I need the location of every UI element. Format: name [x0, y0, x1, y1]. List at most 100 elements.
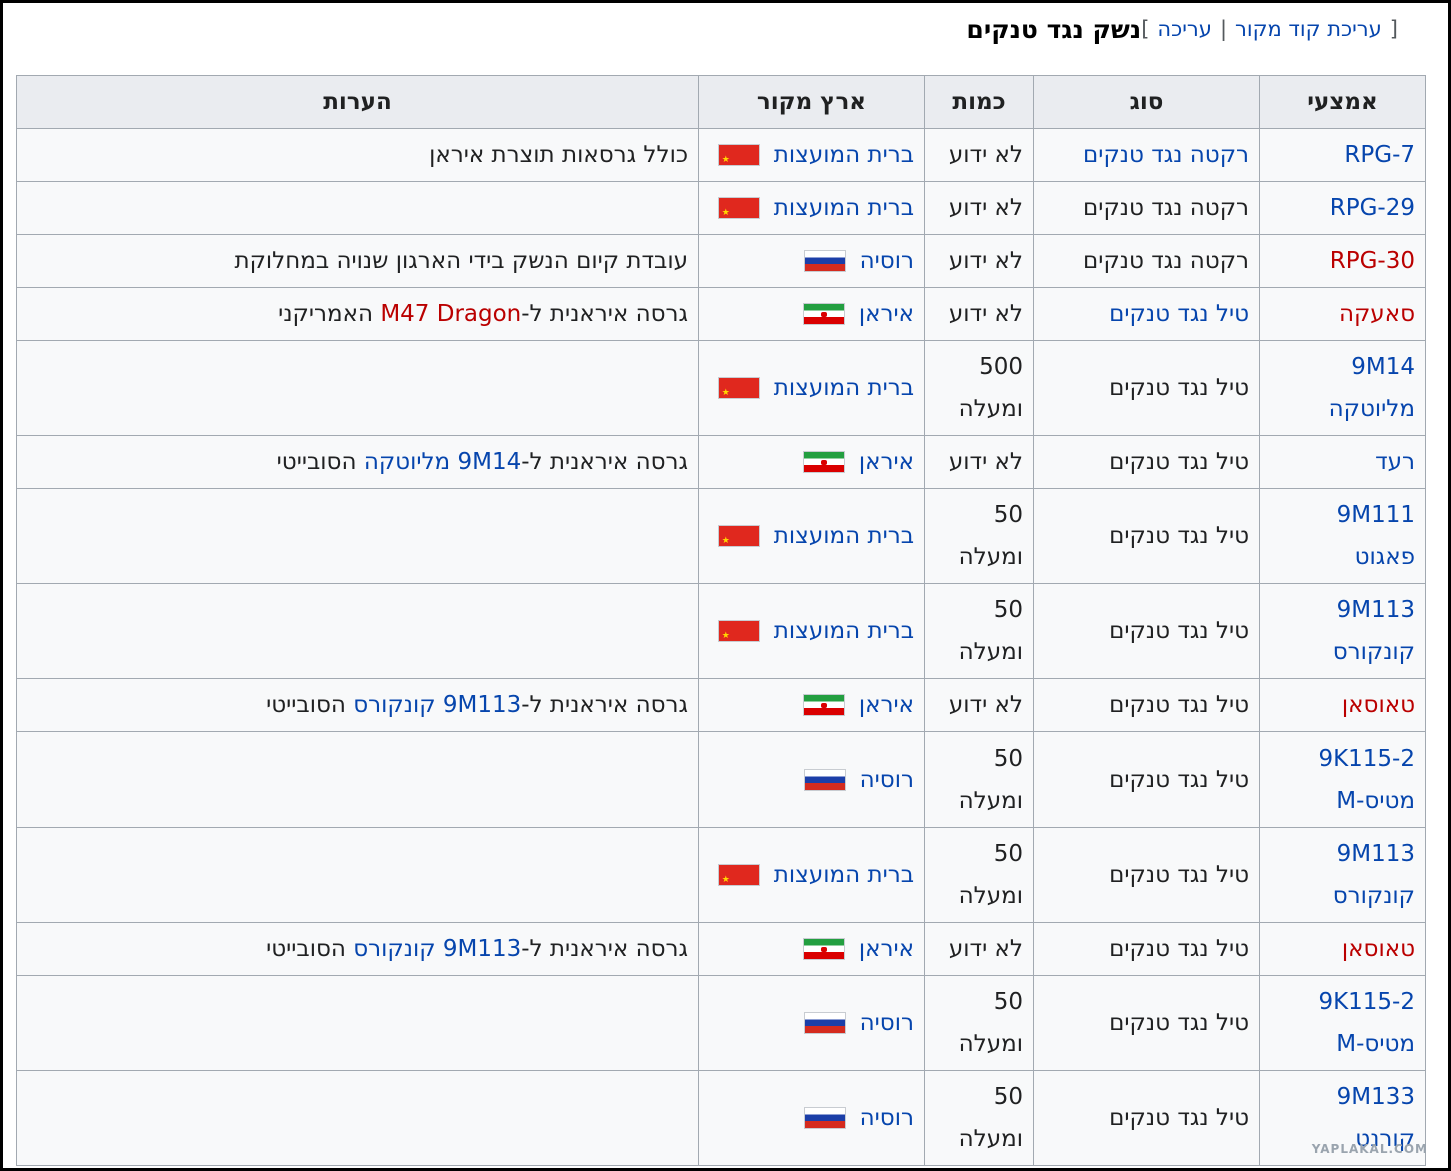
country-link[interactable]: רוסיה	[860, 240, 914, 282]
country-link[interactable]: איראן	[859, 684, 914, 726]
ussr-flag-icon[interactable]	[717, 520, 760, 562]
iran-flag-icon[interactable]	[802, 694, 845, 716]
cell-means: טאוסאן	[1259, 678, 1426, 732]
ussr-flag-icon[interactable]	[717, 859, 760, 901]
ussr-flag-icon[interactable]	[717, 372, 760, 414]
notes-link[interactable]: 9M113 קונקורס	[353, 936, 521, 962]
ussr-flag-icon[interactable]	[717, 139, 760, 181]
quantity-text: 500 ומעלה	[958, 354, 1023, 422]
table-row: 9M111 פאגוט טיל נגד טנקים 50 ומעלה ברית המו…	[16, 488, 1426, 584]
cell-quantity: לא ידוע	[924, 181, 1034, 235]
notes-link[interactable]: 9M14 מליוטקה	[364, 449, 521, 475]
table-row: 9M113 קונקורס טיל נגד טנקים 50 ומעלה ברית ה…	[16, 827, 1426, 923]
cell-type: טיל נגד טנקים	[1033, 340, 1260, 436]
country-link[interactable]: רוסיה	[860, 759, 914, 801]
edit-bracket-close: ]	[1141, 17, 1150, 41]
iran-flag-icon[interactable]	[802, 451, 845, 473]
table-row: 9M14 מליוטקה טיל נגד טנקים 500 ומעלה ברית ה…	[16, 340, 1426, 436]
country-link[interactable]: ברית המועצות	[774, 367, 914, 409]
cell-origin: ברית המועצות	[698, 488, 925, 584]
notes-link[interactable]: M47 Dragon	[380, 301, 521, 327]
means-link[interactable]: טאוסאן	[1342, 692, 1415, 718]
means-link[interactable]: סאעקה	[1339, 301, 1415, 327]
country-link[interactable]: ברית המועצות	[774, 134, 914, 176]
cell-origin: רוסיה	[698, 731, 925, 828]
cell-origin: רוסיה	[698, 1070, 925, 1166]
cell-type: טיל נגד טנקים	[1033, 583, 1260, 679]
quantity-text: לא ידוע	[948, 248, 1023, 274]
ussr-flag-icon[interactable]	[717, 192, 760, 234]
means-link[interactable]: 9M14 מליוטקה	[1329, 354, 1415, 422]
russia-flag-icon[interactable]	[803, 1012, 846, 1034]
means-link[interactable]: 9M113 קונקורס	[1333, 841, 1415, 909]
country-wrap: איראן	[709, 293, 914, 335]
country-link[interactable]: ברית המועצות	[774, 610, 914, 652]
notes-text: הסובייטי	[266, 692, 354, 718]
table-row: סאעקה טיל נגד טנקים לא ידוע איראן גרסה איראנ…	[16, 287, 1426, 341]
cell-notes	[16, 340, 699, 436]
russia-flag-icon[interactable]	[803, 250, 846, 272]
cell-quantity: לא ידוע	[924, 922, 1034, 976]
country-wrap: ברית המועצות	[709, 367, 914, 414]
country-link[interactable]: ברית המועצות	[774, 515, 914, 557]
quantity-text: לא ידוע	[948, 301, 1023, 327]
type-text: טיל נגד טנקים	[1109, 936, 1249, 962]
country-link[interactable]: ברית המועצות	[774, 854, 914, 896]
country-link[interactable]: רוסיה	[860, 1002, 914, 1044]
header-quantity[interactable]: כמות	[924, 75, 1034, 129]
quantity-text: לא ידוע	[948, 692, 1023, 718]
country-link[interactable]: איראן	[859, 293, 914, 335]
table-row: 9M133 קורנט טיל נגד טנקים 50 ומעלה רוסיה	[16, 1070, 1426, 1166]
type-link[interactable]: רקטה נגד טנקים	[1083, 142, 1249, 168]
country-link[interactable]: ברית המועצות	[774, 187, 914, 229]
cell-notes: גרסה איראנית ל-9M14 מליוטקה הסובייטי	[16, 435, 699, 489]
ussr-flag-icon[interactable]	[717, 615, 760, 657]
means-link[interactable]: טאוסאן	[1342, 936, 1415, 962]
iran-flag-icon[interactable]	[802, 938, 845, 960]
cell-notes	[16, 488, 699, 584]
means-link[interactable]: רעד	[1375, 449, 1415, 475]
cell-notes: גרסה איראנית ל-9M113 קונקורס הסובייטי	[16, 922, 699, 976]
means-link[interactable]: RPG-7	[1344, 142, 1415, 168]
table-header-row: אמצעי סוג כמות ארץ מקור הערות	[16, 75, 1426, 129]
quantity-text: לא ידוע	[948, 449, 1023, 475]
notes-link[interactable]: 9M113 קונקורס	[353, 692, 521, 718]
quantity-text: 50 ומעלה	[958, 745, 1023, 814]
header-type[interactable]: סוג	[1033, 75, 1260, 129]
russia-flag-icon[interactable]	[803, 768, 846, 791]
country-link[interactable]: איראן	[859, 928, 914, 970]
country-link[interactable]: רוסיה	[860, 1097, 914, 1139]
header-means[interactable]: אמצעי	[1259, 75, 1426, 129]
means-link[interactable]: RPG-30	[1330, 248, 1415, 274]
cell-means: 9M111 פאגוט	[1259, 488, 1426, 584]
means-link[interactable]: 9K115-2 מטיס-M	[1318, 746, 1415, 814]
cell-quantity: 50 ומעלה	[924, 1070, 1034, 1166]
notes-text: הסובייטי	[266, 936, 354, 962]
cell-means: 9M14 מליוטקה	[1259, 340, 1426, 436]
cell-quantity: 50 ומעלה	[924, 827, 1034, 923]
means-link[interactable]: 9K115-2 מטיס-M	[1318, 989, 1415, 1057]
type-text: טיל נגד טנקים	[1109, 766, 1249, 793]
cell-quantity: 500 ומעלה	[924, 340, 1034, 436]
iran-flag-icon[interactable]	[802, 303, 845, 325]
header-origin[interactable]: ארץ מקור	[698, 75, 925, 129]
quantity-text: 50 ומעלה	[958, 597, 1023, 665]
means-link[interactable]: 9M111 פאגוט	[1337, 502, 1415, 570]
type-text: טיל נגד טנקים	[1109, 692, 1249, 718]
means-link[interactable]: RPG-29	[1330, 195, 1415, 221]
cell-notes: גרסה איראנית ל-M47 Dragon האמריקני	[16, 287, 699, 341]
cell-means: RPG-30	[1259, 234, 1426, 288]
russia-flag-icon[interactable]	[803, 1107, 846, 1129]
cell-origin: רוסיה	[698, 975, 925, 1071]
country-link[interactable]: איראן	[859, 441, 914, 483]
cell-notes	[16, 1070, 699, 1166]
cell-means: 9K115-2 מטיס-M	[1259, 975, 1426, 1071]
edit-link[interactable]: עריכה	[1157, 17, 1212, 41]
header-notes[interactable]: הערות	[16, 75, 699, 129]
type-link[interactable]: טיל נגד טנקים	[1109, 301, 1249, 327]
table-row: רעד טיל נגד טנקים לא ידוע איראן גרסה איראנית…	[16, 435, 1426, 489]
means-link[interactable]: 9M113 קונקורס	[1333, 597, 1415, 665]
cell-quantity: 50 ומעלה	[924, 731, 1034, 828]
cell-means: טאוסאן	[1259, 922, 1426, 976]
edit-source-link[interactable]: עריכת קוד מקור	[1235, 17, 1382, 41]
